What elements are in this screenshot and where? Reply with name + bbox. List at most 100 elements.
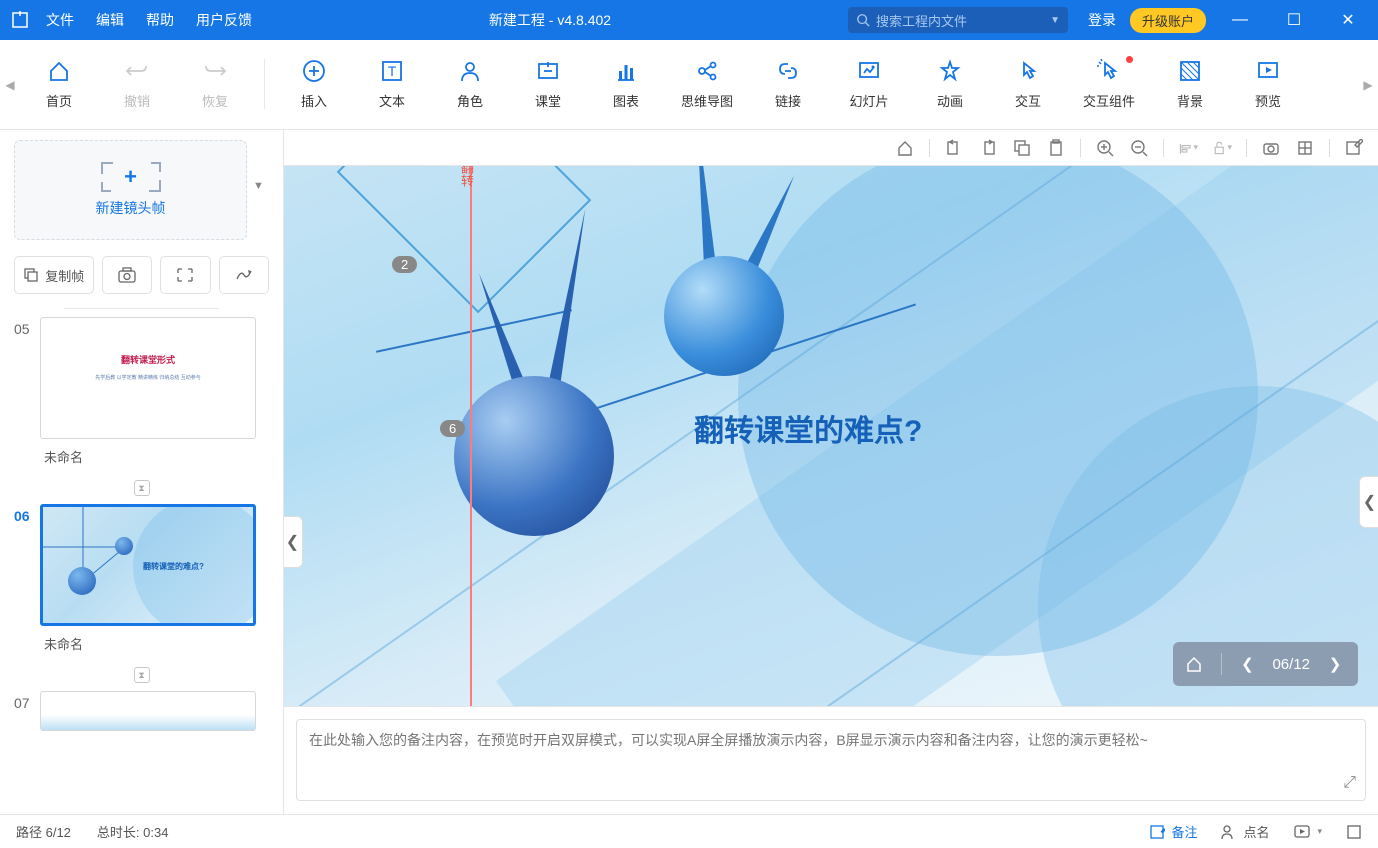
copy-frame-label: 复制帧 [45,266,84,285]
menu-feedback[interactable]: 用户反馈 [196,10,252,30]
next-page-icon[interactable]: ❯ [1324,655,1346,673]
marker-6[interactable]: 6 [440,420,465,437]
toolbar-label: 交互组件 [1083,91,1135,110]
toolbar-label: 思维导图 [681,91,733,110]
new-frame-button[interactable]: + 新建镜头帧 [14,140,247,240]
paste-icon[interactable] [1046,138,1066,158]
toolbar-scroll-left[interactable]: ◀ [0,40,20,130]
home-nav-icon[interactable] [1185,655,1207,673]
zoom-in-icon[interactable] [1095,138,1115,158]
transition-icon[interactable]: ⧗ [134,480,150,496]
toolbar-redo: 恢复 [176,59,254,110]
close-icon[interactable]: ✕ [1328,10,1368,30]
thumb-title: 翻转课堂的难点? [143,561,204,572]
toolbar-label: 课堂 [535,91,561,110]
svg-text:T: T [388,63,397,79]
home-icon[interactable] [895,138,915,158]
menu-help[interactable]: 帮助 [146,10,174,30]
toolbar-anim[interactable]: 动画 [911,59,989,110]
undo-icon[interactable] [944,138,964,158]
toolbar-label: 动画 [937,91,963,110]
camera-button[interactable] [102,256,152,294]
fullscreen-frame-button[interactable] [160,256,210,294]
toolbar-slide[interactable]: 幻灯片 [827,59,911,110]
toolbar-label: 背景 [1177,91,1203,110]
thumbnail-row: 07 [14,691,269,731]
role-icon [458,59,482,83]
path-button[interactable] [219,256,269,294]
toolbar-role[interactable]: 角色 [431,59,509,110]
newframe-dropdown[interactable]: ▼ [253,140,269,192]
path-icon [235,267,253,283]
page-counter: 06/12 [1272,656,1310,673]
toolbar-preview[interactable]: 预览 [1229,59,1307,110]
notes-icon [1149,824,1165,840]
thumb-subtitle: 先学后教 以学定教 精讲精练 归纳总结 互动参与 [41,374,255,381]
toolbar-label: 角色 [457,91,483,110]
grid-icon[interactable] [1295,138,1315,158]
thumbnail-number: 06 [14,504,40,524]
marker-2[interactable]: 2 [392,256,417,273]
slide-heading[interactable]: 翻转课堂的难点? [694,406,922,450]
toolbar-text[interactable]: T 文本 [353,59,431,110]
upgrade-button[interactable]: 升级账户 [1130,8,1206,33]
thumbnail-list[interactable]: 05 翻转课堂形式 先学后教 以学定教 精讲精练 归纳总结 互动参与 未命名 ⧗… [14,317,269,814]
toolbar-mindmap[interactable]: 思维导图 [665,59,749,110]
search-placeholder: 搜索工程内文件 [876,11,967,30]
plus-icon [302,59,326,83]
zoom-out-icon[interactable] [1129,138,1149,158]
toolbar-label: 文本 [379,91,405,110]
widget-icon [1097,59,1121,83]
thumbnail-label: 未命名 [40,634,269,653]
thumbnail-number: 05 [14,317,40,337]
present-icon [1293,824,1311,840]
notes-toggle[interactable]: 备注 [1149,822,1197,841]
rollcall-button[interactable]: 点名 [1221,822,1269,841]
redo-icon [203,59,227,83]
canvas-toolbar: ▾ ▾ [284,130,1378,166]
maximize-icon[interactable]: ☐ [1274,10,1314,30]
minimize-icon[interactable]: — [1220,11,1260,29]
thumbnail-07[interactable] [40,691,256,731]
toolbar-widget[interactable]: 交互组件 [1067,59,1151,110]
canvas-stage[interactable]: 翻转 2 6 翻转课堂的难点? ❮ ❮ ❮ 06/12 ❯ [284,166,1378,706]
plus-icon: + [124,164,137,190]
search-box[interactable]: 搜索工程内文件 ▼ [848,7,1068,33]
undo-icon [125,59,149,83]
flag-label: 翻转 [457,166,476,187]
toolbar-chart[interactable]: 图表 [587,59,665,110]
login-link[interactable]: 登录 [1088,10,1116,30]
present-button[interactable]: ▾ [1293,824,1322,840]
thumbnail-05[interactable]: 翻转课堂形式 先学后教 以学定教 精讲精练 归纳总结 互动参与 [40,317,256,439]
toolbar-plus[interactable]: 插入 [275,59,353,110]
prev-page-icon[interactable]: ❮ [1236,655,1258,673]
expand-icon[interactable]: ⤢ [1343,774,1356,792]
toolbar-label: 链接 [775,91,801,110]
toolbar-bg[interactable]: 背景 [1151,59,1229,110]
collapse-right-handle[interactable]: ❮ [1359,476,1378,528]
toolbar-interact[interactable]: 交互 [989,59,1067,110]
fullscreen-button[interactable] [1346,824,1362,840]
align-icon[interactable]: ▾ [1178,138,1198,158]
thumbnail-label: 未命名 [40,447,269,466]
copy-frame-button[interactable]: 复制帧 [14,256,94,294]
notes-textarea[interactable] [296,719,1366,801]
transition-icon[interactable]: ⧗ [134,667,150,683]
menu-bar: 文件 编辑 帮助 用户反馈 [40,10,252,30]
thumbnail-06[interactable]: 翻转课堂的难点? [40,504,256,626]
menu-edit[interactable]: 编辑 [96,10,124,30]
search-icon [856,13,870,27]
chevron-down-icon[interactable]: ▼ [1050,15,1060,26]
collapse-left-handle[interactable]: ❮ [284,516,303,568]
capture-icon[interactable] [1261,138,1281,158]
copy-icon[interactable] [1012,138,1032,158]
edit-icon[interactable] [1344,138,1364,158]
toolbar-class[interactable]: 课堂 [509,59,587,110]
toolbar-scroll-right[interactable]: ▶ [1358,40,1378,130]
redo-icon[interactable] [978,138,998,158]
toolbar-label: 幻灯片 [849,91,888,110]
lock-icon[interactable]: ▾ [1212,138,1232,158]
menu-file[interactable]: 文件 [46,10,74,30]
toolbar-link[interactable]: 链接 [749,59,827,110]
toolbar-home[interactable]: 首页 [20,59,98,110]
